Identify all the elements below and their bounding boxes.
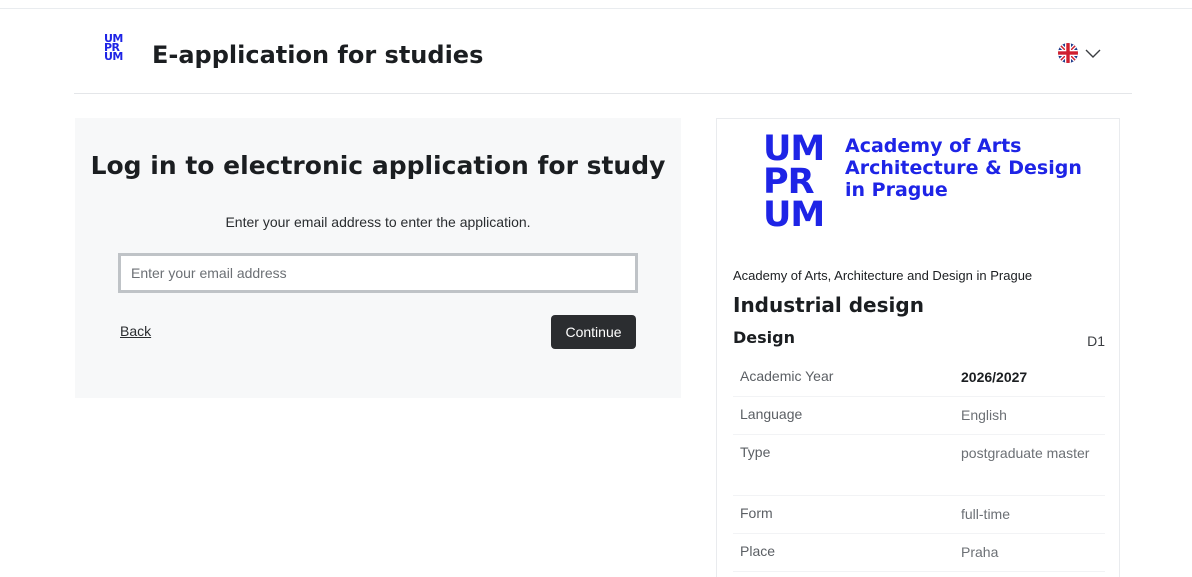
- language-selector[interactable]: [1058, 43, 1102, 63]
- school-name: Academy of Arts, Architecture and Design…: [733, 268, 1033, 283]
- logo-mark: UM PR UM: [763, 132, 825, 235]
- info-row-academic-year: Academic Year 2026/2027: [733, 359, 1105, 397]
- logo-line: UM: [104, 50, 123, 63]
- logo-school-name: Academy of Arts Architecture & Design in…: [845, 135, 1082, 201]
- logo-name-line: Architecture & Design: [845, 157, 1082, 179]
- program-field: Design: [733, 328, 795, 347]
- info-row-language: Language English: [733, 397, 1105, 435]
- chevron-down-icon: [1084, 44, 1102, 62]
- app-title-rest: for studies: [329, 41, 484, 69]
- login-subtitle: Enter your email address to enter the ap…: [225, 214, 531, 230]
- back-link[interactable]: Back: [120, 323, 151, 339]
- umprum-logo-small[interactable]: UM PR UM: [104, 33, 128, 63]
- logo-mark-line: UM: [763, 195, 825, 235]
- program-name: Industrial design: [733, 293, 924, 317]
- info-row-form: Form full-time: [733, 496, 1105, 534]
- program-card: UM PR UM Academy of Arts Architecture & …: [716, 118, 1120, 577]
- info-value: 2026/2027: [961, 369, 1028, 385]
- continue-button[interactable]: Continue: [551, 315, 636, 349]
- info-label: Academic Year: [740, 368, 834, 384]
- info-row-place: Place Praha: [733, 534, 1105, 572]
- top-divider: [0, 8, 1192, 9]
- info-value: Praha: [961, 544, 999, 560]
- info-value: postgraduate master: [961, 445, 1090, 461]
- app-header: UM PR UM E-application for studies: [74, 10, 1132, 94]
- program-code: D1: [1087, 333, 1105, 349]
- app-title-bold: E-application: [152, 41, 330, 69]
- info-label: Place: [740, 543, 776, 559]
- info-row-type: Type postgraduate master: [733, 435, 1105, 496]
- info-label: Type: [740, 444, 771, 460]
- info-label: Language: [740, 406, 803, 422]
- login-card: Log in to electronic application for stu…: [75, 118, 681, 398]
- info-label: Form: [740, 505, 773, 521]
- info-value: English: [961, 407, 1007, 423]
- app-title: E-application for studies: [152, 40, 483, 70]
- program-info-table: Academic Year 2026/2027 Language English…: [733, 359, 1105, 572]
- login-title: Log in to electronic application for stu…: [90, 151, 666, 180]
- logo-name-line: Academy of Arts: [845, 135, 1022, 157]
- logo-name-line: in Prague: [845, 179, 948, 201]
- uk-flag-icon: [1058, 43, 1078, 63]
- info-value: full-time: [961, 506, 1011, 522]
- email-input[interactable]: [118, 253, 638, 293]
